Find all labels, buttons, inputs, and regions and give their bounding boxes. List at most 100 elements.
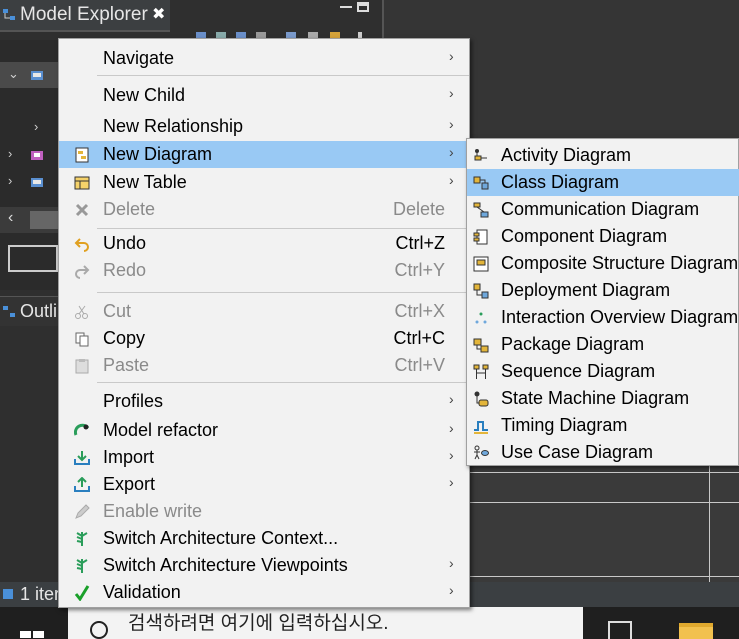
menu-item-paste[interactable]: Paste Ctrl+V — [59, 352, 469, 379]
package-diagram-icon — [473, 338, 489, 353]
cut-icon — [75, 305, 88, 319]
activity-diagram-icon — [474, 149, 487, 161]
menu-item-label: New Child — [103, 85, 186, 105]
redo-icon — [75, 265, 90, 279]
model-icon — [31, 71, 43, 80]
export-icon — [74, 477, 90, 492]
collapsed-arrow-icon[interactable]: › — [8, 146, 12, 161]
tree-row[interactable]: › — [0, 116, 58, 142]
context-menu: Navigate › New Child › New Relationship … — [58, 38, 470, 608]
component-diagram-icon — [473, 229, 488, 245]
submenu-item-label: Class Diagram — [501, 172, 620, 192]
menu-item-new-table[interactable]: New Table › — [59, 169, 469, 196]
menu-item-new-child[interactable]: New Child › — [59, 82, 469, 109]
windows-taskbar: 검색하려면 여기에 입력하십시오. — [0, 607, 739, 639]
menu-item-shortcut: Ctrl+V — [394, 355, 445, 375]
new-diagram-submenu: Activity Diagram Class Diagram Communica… — [466, 138, 739, 466]
tab-title: Outli — [20, 301, 58, 321]
menu-item-export[interactable]: Export › — [59, 471, 469, 498]
view-toolbar-strip — [170, 0, 382, 32]
tab-title: Model Explorer — [20, 4, 148, 25]
menu-item-label: New Diagram — [103, 144, 213, 164]
minimize-icon[interactable] — [340, 6, 352, 8]
grid-divider — [709, 466, 710, 582]
menu-item-shortcut: Ctrl+C — [393, 328, 445, 348]
menu-item-enable-write[interactable]: Enable write — [59, 498, 469, 525]
menu-item-copy[interactable]: Copy Ctrl+C — [59, 325, 469, 352]
submenu-item-component-diagram[interactable]: Component Diagram — [467, 223, 739, 250]
submenu-item-use-case-diagram[interactable]: Use Case Diagram — [467, 439, 739, 466]
taskbar-search-input[interactable]: 검색하려면 여기에 입력하십시오. — [68, 607, 583, 639]
submenu-arrow-icon: › — [449, 582, 454, 598]
maximize-icon[interactable] — [357, 2, 369, 12]
submenu-item-class-diagram[interactable]: Class Diagram — [467, 169, 739, 196]
submenu-item-label: Deployment Diagram — [501, 280, 671, 300]
submenu-item-label: Component Diagram — [501, 226, 668, 246]
menu-item-label: Import — [103, 447, 155, 467]
menu-item-import[interactable]: Import › — [59, 444, 469, 471]
filter-field[interactable] — [8, 245, 58, 272]
submenu-item-state-machine-diagram[interactable]: State Machine Diagram — [467, 385, 739, 412]
menu-item-label: Paste — [103, 355, 150, 375]
expand-arrow-icon[interactable]: ⌄ — [8, 66, 19, 82]
menu-item-label: Profiles — [103, 391, 164, 411]
menu-item-model-refactor[interactable]: Model refactor › — [59, 417, 469, 444]
menu-item-validation[interactable]: Validation › — [59, 579, 469, 606]
submenu-item-sequence-diagram[interactable]: Sequence Diagram — [467, 358, 739, 385]
submenu-item-label: Use Case Diagram — [501, 442, 654, 462]
menu-separator — [97, 382, 469, 383]
menu-item-navigate[interactable]: Navigate › — [59, 45, 469, 72]
scroll-thumb[interactable] — [30, 211, 58, 229]
scroll-left-icon[interactable]: ‹ — [8, 209, 13, 227]
submenu-item-composite-structure-diagram[interactable]: Composite Structure Diagram — [467, 250, 739, 277]
submenu-item-activity-diagram[interactable]: Activity Diagram — [467, 142, 739, 169]
collapsed-arrow-icon[interactable]: › — [8, 173, 12, 188]
menu-item-switch-architecture-context[interactable]: Switch Architecture Context... — [59, 525, 469, 552]
deployment-diagram-icon — [473, 283, 489, 299]
menu-item-label: Switch Architecture Viewpoints — [103, 555, 348, 575]
tab-outline[interactable]: Outli — [0, 296, 58, 326]
file-explorer-icon[interactable] — [679, 623, 713, 639]
tree-row[interactable]: ⌄ — [0, 62, 58, 88]
close-icon[interactable]: ✖ — [152, 0, 165, 30]
menu-item-label: Undo — [103, 233, 147, 253]
submenu-arrow-icon: › — [449, 48, 454, 64]
submenu-arrow-icon: › — [449, 391, 454, 407]
checkmark-icon — [74, 585, 90, 601]
grid-divider — [468, 576, 739, 577]
paste-icon — [75, 359, 89, 374]
interaction-overview-diagram-icon — [475, 312, 487, 324]
windows-start-icon[interactable] — [20, 623, 44, 639]
menu-item-switch-architecture-viewpoints[interactable]: Switch Architecture Viewpoints › — [59, 552, 469, 579]
outline-icon — [3, 306, 15, 317]
menu-item-redo[interactable]: Redo Ctrl+Y — [59, 257, 469, 284]
submenu-item-package-diagram[interactable]: Package Diagram — [467, 331, 739, 358]
new-diagram-icon — [75, 147, 89, 163]
task-view-icon[interactable] — [608, 621, 632, 639]
tree-row[interactable]: › — [0, 143, 58, 169]
submenu-item-label: Interaction Overview Diagram — [501, 307, 739, 327]
menu-item-shortcut: Ctrl+Z — [395, 233, 446, 253]
menu-item-shortcut: Delete — [392, 199, 445, 219]
submenu-item-label: Communication Diagram — [501, 199, 700, 219]
menu-item-cut[interactable]: Cut Ctrl+X — [59, 298, 469, 325]
properties-grid — [468, 466, 739, 582]
submenu-item-timing-diagram[interactable]: Timing Diagram — [467, 412, 739, 439]
menu-item-undo[interactable]: Undo Ctrl+Z — [59, 230, 469, 257]
menu-item-label: Navigate — [103, 48, 175, 68]
menu-item-profiles[interactable]: Profiles › — [59, 388, 469, 415]
collapsed-arrow-icon[interactable]: › — [34, 119, 38, 134]
tree-row[interactable]: › — [0, 170, 58, 196]
submenu-item-deployment-diagram[interactable]: Deployment Diagram — [467, 277, 739, 304]
status-text: 1 iter — [20, 584, 61, 604]
model-explorer-icon — [3, 9, 15, 20]
submenu-item-communication-diagram[interactable]: Communication Diagram — [467, 196, 739, 223]
architecture-context-icon — [76, 532, 88, 546]
menu-item-new-relationship[interactable]: New Relationship › — [59, 113, 469, 140]
tab-model-explorer[interactable]: Model Explorer ✖ — [0, 0, 170, 32]
menu-item-new-diagram[interactable]: New Diagram › — [59, 141, 469, 168]
submenu-item-interaction-overview-diagram[interactable]: Interaction Overview Diagram — [467, 304, 739, 331]
menu-item-label: Export — [103, 474, 156, 494]
horizontal-scrollbar[interactable]: ‹ — [0, 207, 58, 233]
menu-item-delete[interactable]: Delete Delete — [59, 196, 469, 223]
